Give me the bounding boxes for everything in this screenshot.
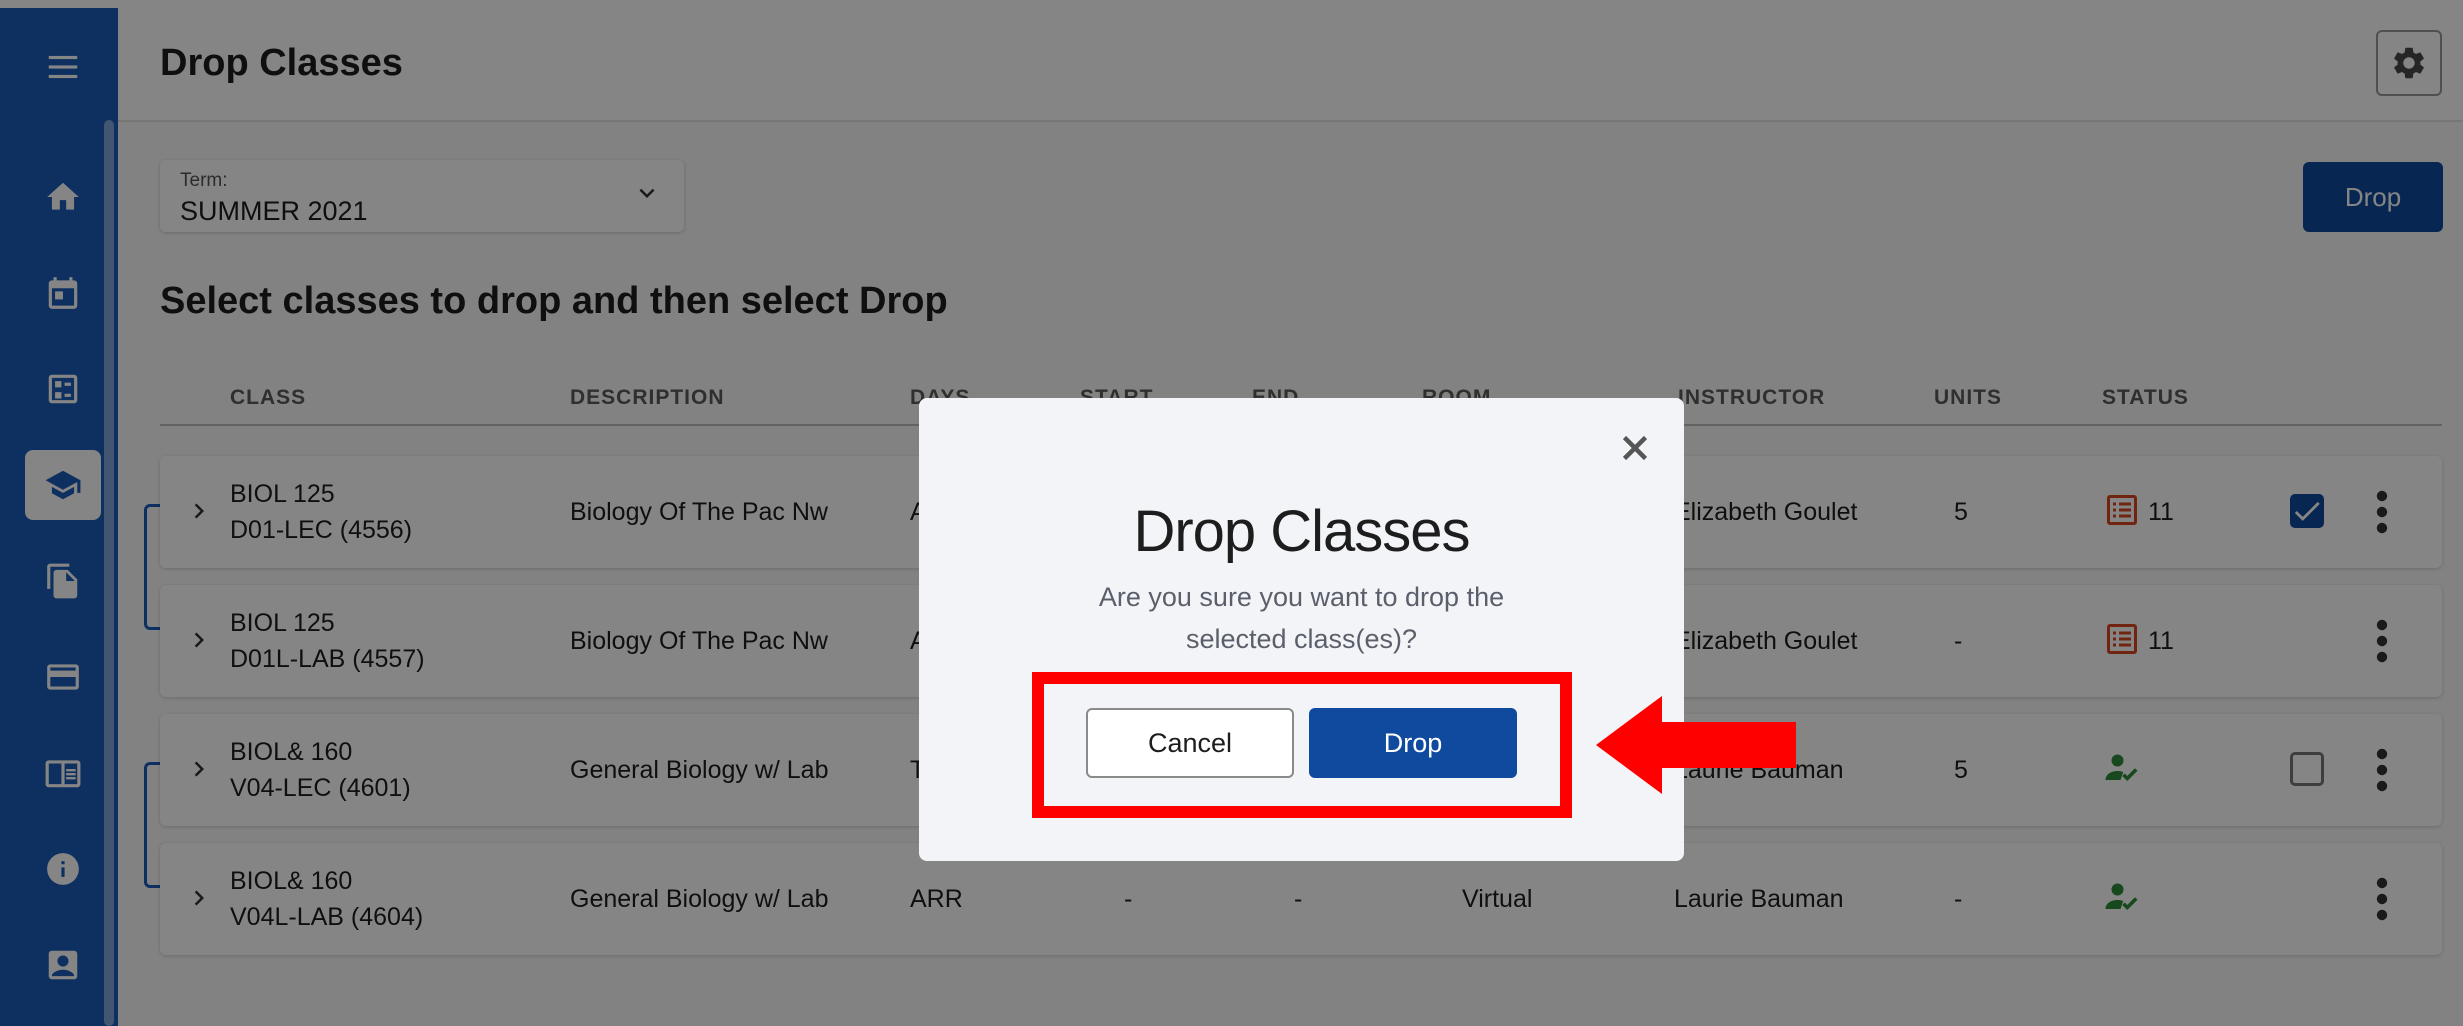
annotation-highlight-box	[1032, 672, 1572, 818]
left-arrow-icon	[1596, 696, 1796, 794]
dialog-message: Are you sure you want to drop the select…	[1098, 582, 1505, 654]
dialog-title: Drop Classes	[1133, 499, 1470, 564]
close-icon[interactable]	[1617, 430, 1653, 466]
